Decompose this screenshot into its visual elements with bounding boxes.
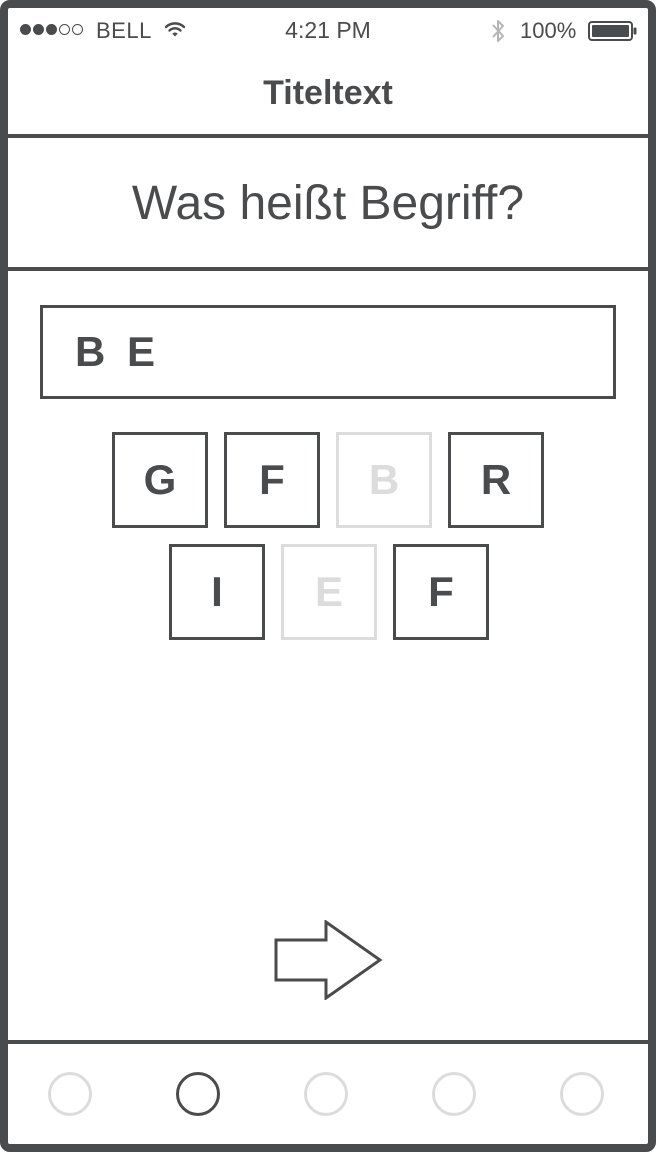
letter-tile[interactable]: F <box>224 432 320 528</box>
next-button[interactable] <box>274 919 384 1005</box>
question-text: Was heißt Begriff? <box>131 177 525 230</box>
page-indicator <box>8 1068 648 1124</box>
battery-percentage: 100% <box>520 18 577 43</box>
header-divider <box>8 134 648 138</box>
page-dot-5[interactable] <box>560 1072 604 1116</box>
answer-letters: B E <box>75 328 156 375</box>
bluetooth-icon <box>490 18 506 49</box>
status-bar: BELL 4:21 PM 100% <box>8 8 648 54</box>
page-dot-2-active[interactable] <box>176 1072 220 1116</box>
letter-tile[interactable]: G <box>112 432 208 528</box>
letter-tile[interactable]: R <box>448 432 544 528</box>
footer-divider <box>8 1040 648 1044</box>
letter-tile-used: E <box>281 544 377 640</box>
letter-tile[interactable]: F <box>393 544 489 640</box>
page-dot-4[interactable] <box>432 1072 476 1116</box>
arrow-right-icon <box>274 919 383 1001</box>
letter-tile-used: B <box>336 432 432 528</box>
page-title: Titeltext <box>263 74 393 112</box>
answer-field[interactable]: B E <box>40 305 616 399</box>
phone-frame: BELL 4:21 PM 100% Titeltext Was heißt Be… <box>0 0 656 1152</box>
question-divider <box>8 267 648 271</box>
battery-icon <box>588 20 638 47</box>
page-dot-1[interactable] <box>48 1072 92 1116</box>
page-dot-3[interactable] <box>304 1072 348 1116</box>
letter-tile[interactable]: I <box>169 544 265 640</box>
